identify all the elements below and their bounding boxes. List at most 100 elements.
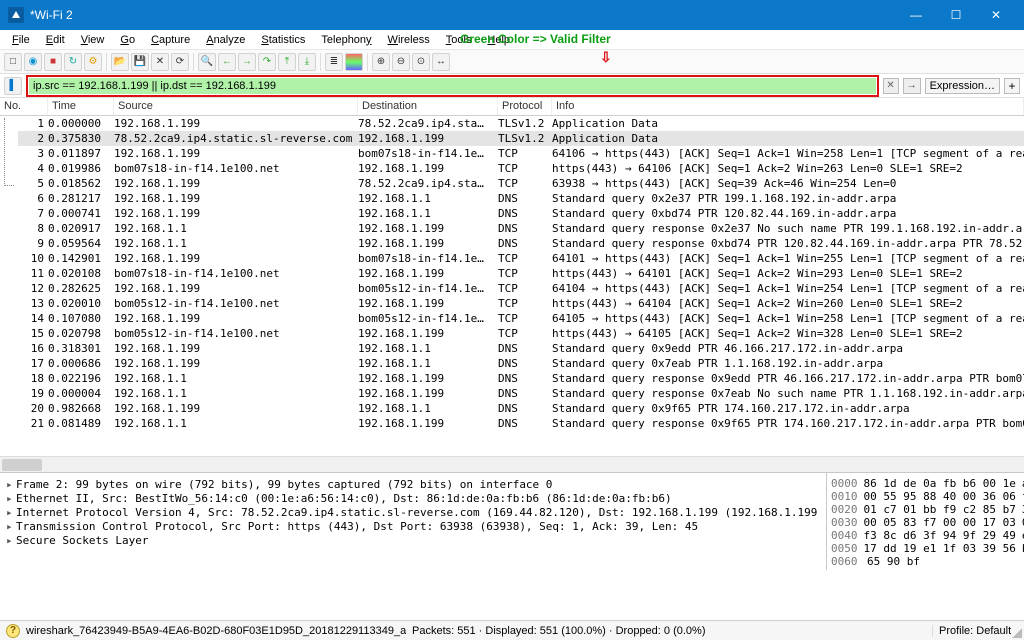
capture-options-icon[interactable]: ⚙ [84,53,102,71]
profile-label[interactable]: Profile: Default [932,625,1018,637]
auto-scroll-icon[interactable]: ≣ [325,53,343,71]
save-file-icon[interactable]: 💾 [131,53,149,71]
bookmark-filter-icon[interactable]: ▌ [4,77,22,95]
hex-line[interactable]: 006065 90 bf [831,555,1020,568]
add-filter-button[interactable]: + [1004,78,1020,94]
window-resize-grip[interactable] [1012,628,1022,638]
col-protocol[interactable]: Protocol [498,98,552,115]
expand-caret-icon[interactable]: ▸ [6,492,16,505]
filter-highlight [26,75,879,97]
expand-caret-icon[interactable]: ▸ [6,534,16,547]
expand-caret-icon[interactable]: ▸ [6,520,16,533]
minimize-button[interactable]: — [896,3,936,27]
packet-row[interactable]: 10.000000192.168.1.19978.52.2ca9.ip4.sta… [18,116,1024,131]
hex-line[interactable]: 003000 05 83 f7 00 00 17 0303 [831,516,1020,529]
packet-row[interactable]: 90.059564192.168.1.1192.168.1.199DNSStan… [18,236,1024,251]
menu-edit[interactable]: Edit [40,32,71,48]
menu-go[interactable]: Go [114,32,141,48]
start-capture-icon[interactable]: ◉ [24,53,42,71]
packet-row[interactable]: 60.281217192.168.1.199192.168.1.1DNSStan… [18,191,1024,206]
window-title: *Wi-Fi 2 [30,8,896,22]
details-area: ▸Frame 2: 99 bytes on wire (792 bits), 9… [0,472,1024,570]
packet-row[interactable]: 100.142901192.168.1.199bom07s18-in-f14.1… [18,251,1024,266]
go-to-packet-icon[interactable]: ↷ [258,53,276,71]
col-info[interactable]: Info [552,98,1024,115]
menu-statistics[interactable]: Statistics [255,32,311,48]
menu-capture[interactable]: Capture [145,32,196,48]
packet-row[interactable]: 160.318301192.168.1.199192.168.1.1DNSSta… [18,341,1024,356]
help-icon[interactable]: ? [6,624,20,638]
filter-bar: ▌ ✕ → Expression… + [0,74,1024,98]
packet-row[interactable]: 200.982668192.168.1.199192.168.1.1DNSSta… [18,401,1024,416]
colorize-icon[interactable] [345,53,363,71]
close-file-icon[interactable]: ✕ [151,53,169,71]
find-icon[interactable]: 🔍 [198,53,216,71]
col-no[interactable]: No. [0,98,48,115]
detail-line[interactable]: ▸Secure Sockets Layer [6,533,820,547]
zoom-in-icon[interactable]: ⊕ [372,53,390,71]
menu-analyze[interactable]: Analyze [200,32,251,48]
packet-row[interactable]: 190.000004192.168.1.1192.168.1.199DNSSta… [18,386,1024,401]
packet-list[interactable]: 10.000000192.168.1.19978.52.2ca9.ip4.sta… [0,116,1024,456]
first-packet-icon[interactable]: ⤒ [278,53,296,71]
hex-line[interactable]: 005017 dd 19 e1 1f 03 39 56be [831,542,1020,555]
resize-columns-icon[interactable]: ↔ [432,53,450,71]
restart-capture-icon[interactable]: ↻ [64,53,82,71]
detail-line[interactable]: ▸Ethernet II, Src: BestItWo_56:14:c0 (00… [6,491,820,505]
packet-bytes-hex[interactable]: 000086 1d de 0a fb b6 00 1ea6001000 55 9… [826,473,1024,570]
close-button[interactable]: ✕ [976,3,1016,27]
packet-row[interactable]: 130.020010bom05s12-in-f14.1e100.net192.1… [18,296,1024,311]
display-filter-input[interactable] [29,78,876,94]
stop-capture-icon[interactable]: ■ [44,53,62,71]
open-file-icon[interactable]: 📂 [111,53,129,71]
packet-row[interactable]: 80.020917192.168.1.1192.168.1.199DNSStan… [18,221,1024,236]
packet-row[interactable]: 30.011897192.168.1.199bom07s18-in-f14.1e… [18,146,1024,161]
zoom-reset-icon[interactable]: ⊙ [412,53,430,71]
detail-line[interactable]: ▸Transmission Control Protocol, Src Port… [6,519,820,533]
expand-caret-icon[interactable]: ▸ [6,478,16,491]
hex-line[interactable]: 001000 55 95 88 40 00 36 06f1 [831,490,1020,503]
maximize-button[interactable]: ☐ [936,3,976,27]
col-time[interactable]: Time [48,98,114,115]
detail-line[interactable]: ▸Internet Protocol Version 4, Src: 78.52… [6,505,820,519]
hex-line[interactable]: 000086 1d de 0a fb b6 00 1ea6 [831,477,1020,490]
col-destination[interactable]: Destination [358,98,498,115]
packet-row[interactable]: 210.081489192.168.1.1192.168.1.199DNSSta… [18,416,1024,431]
interfaces-icon[interactable]: □ [4,53,22,71]
go-forward-icon[interactable]: → [238,53,256,71]
menu-wireless[interactable]: Wireless [382,32,436,48]
packet-row[interactable]: 50.018562192.168.1.19978.52.2ca9.ip4.sta… [18,176,1024,191]
packet-details-tree[interactable]: ▸Frame 2: 99 bytes on wire (792 bits), 9… [0,473,826,570]
packet-row[interactable]: 140.107080192.168.1.199bom05s12-in-f14.1… [18,311,1024,326]
packet-row[interactable]: 20.37583078.52.2ca9.ip4.static.sl-revers… [18,131,1024,146]
packet-row[interactable]: 70.000741192.168.1.199192.168.1.1DNSStan… [18,206,1024,221]
go-back-icon[interactable]: ← [218,53,236,71]
toolbar: □ ◉ ■ ↻ ⚙ 📂 💾 ✕ ⟳ 🔍 ← → ↷ ⤒ ⤓ ≣ ⊕ ⊖ ⊙ ↔ [0,50,1024,74]
col-source[interactable]: Source [114,98,358,115]
expression-button[interactable]: Expression… [925,78,1000,94]
reload-icon[interactable]: ⟳ [171,53,189,71]
menu-telephony[interactable]: Telephony [315,32,377,48]
packet-stats-label: Packets: 551 · Displayed: 551 (100.0%) ·… [412,625,926,637]
packet-row[interactable]: 170.000686192.168.1.199192.168.1.1DNSSta… [18,356,1024,371]
packet-row[interactable]: 120.282625192.168.1.199bom05s12-in-f14.1… [18,281,1024,296]
menu-view[interactable]: View [75,32,111,48]
hex-line[interactable]: 002001 c7 01 bb f9 c2 85 b736 [831,503,1020,516]
annotation-arrow: ⇩ [600,49,612,66]
packet-row[interactable]: 150.020798bom05s12-in-f14.1e100.net192.1… [18,326,1024,341]
last-packet-icon[interactable]: ⤓ [298,53,316,71]
menu-file[interactable]: File [6,32,36,48]
clear-filter-button[interactable]: ✕ [883,78,899,94]
statusbar: ? wireshark_76423949-B5A9-4EA6-B02D-680F… [0,620,1024,640]
hex-line[interactable]: 0040f3 8c d6 3f 94 9f 29 49ea [831,529,1020,542]
apply-filter-button[interactable]: → [903,78,921,94]
packet-row[interactable]: 110.020108bom07s18-in-f14.1e100.net192.1… [18,266,1024,281]
packet-row[interactable]: 40.019986bom07s18-in-f14.1e100.net192.16… [18,161,1024,176]
packet-list-header: No. Time Source Destination Protocol Inf… [0,98,1024,116]
packet-row[interactable]: 180.022196192.168.1.1192.168.1.199DNSSta… [18,371,1024,386]
zoom-out-icon[interactable]: ⊖ [392,53,410,71]
horizontal-scrollbar[interactable] [0,456,1024,472]
detail-line[interactable]: ▸Frame 2: 99 bytes on wire (792 bits), 9… [6,477,820,491]
capture-file-label: wireshark_76423949-B5A9-4EA6-B02D-680F03… [26,625,406,637]
expand-caret-icon[interactable]: ▸ [6,506,16,519]
